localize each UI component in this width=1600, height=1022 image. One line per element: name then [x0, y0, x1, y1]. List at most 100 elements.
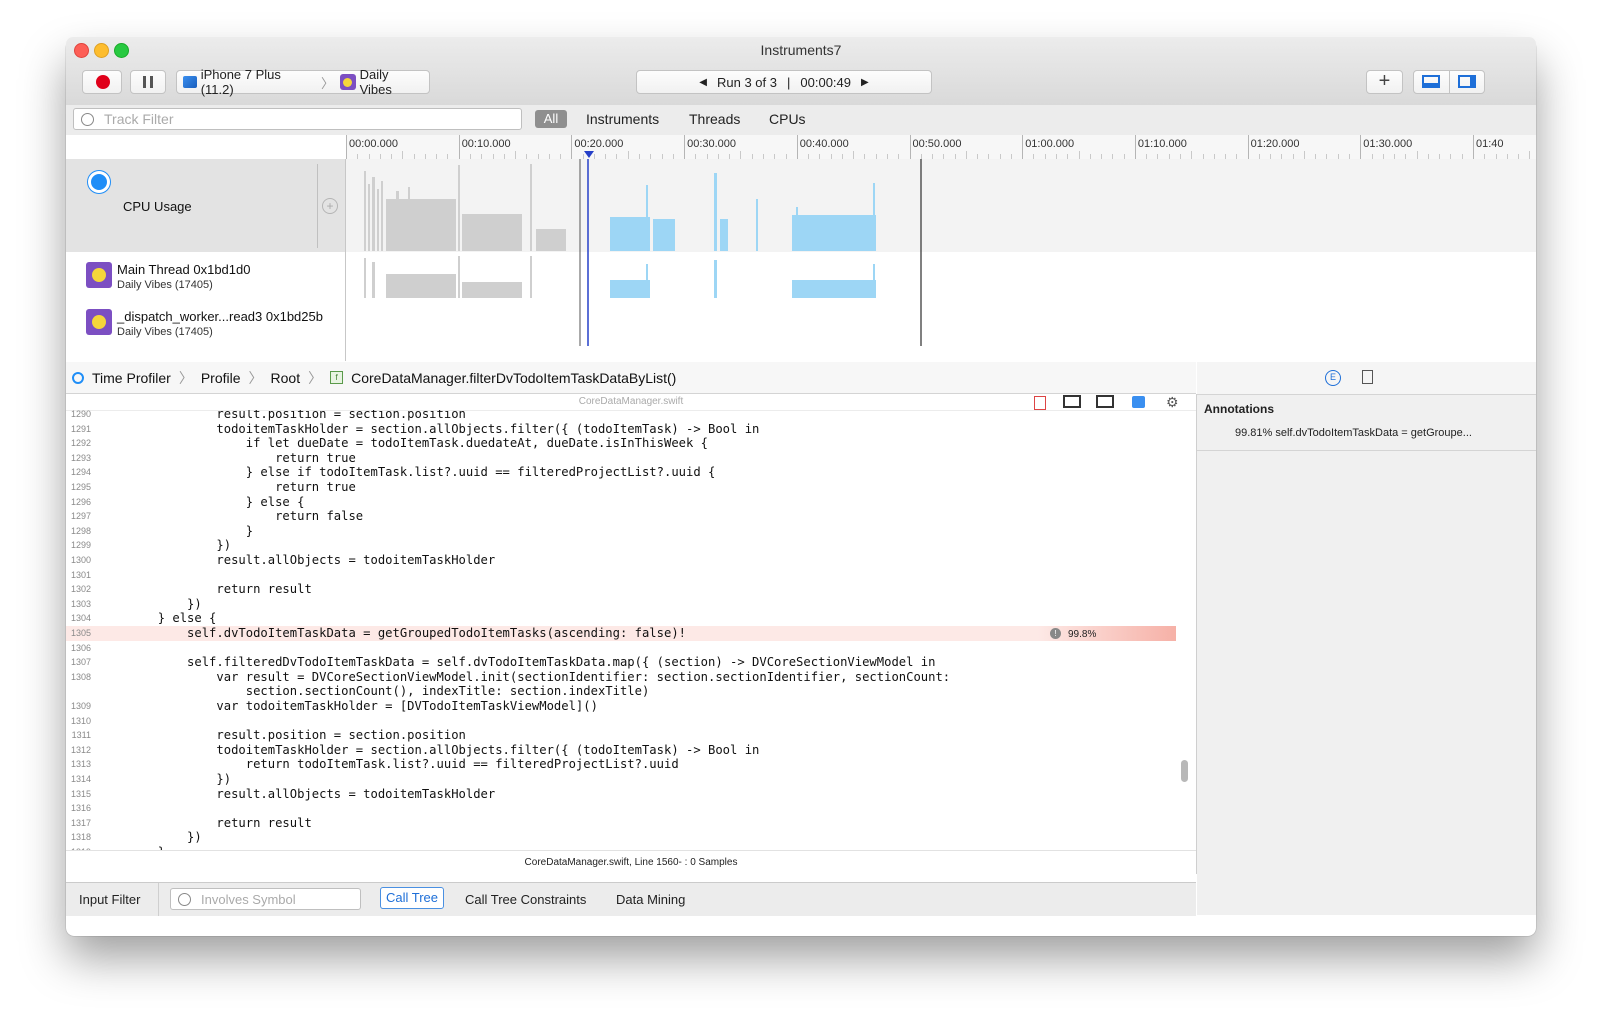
- code-text: return false: [99, 509, 364, 524]
- next-run-icon[interactable]: ▶: [861, 77, 869, 88]
- breadcrumb-time-profiler[interactable]: Time Profiler: [92, 370, 171, 386]
- filter-icon: [178, 892, 191, 906]
- code-line[interactable]: section.sectionCount(), indexTitle: sect…: [66, 684, 1176, 699]
- code-line[interactable]: 1299 }): [66, 538, 1176, 553]
- breadcrumb-profile[interactable]: Profile: [201, 370, 241, 386]
- code-line[interactable]: 1317 return result: [66, 816, 1176, 831]
- code-line[interactable]: 1295 return true: [66, 480, 1176, 495]
- code-line-hot[interactable]: 1305 self.dvTodoItemTaskData = getGroupe…: [66, 626, 1176, 641]
- code-line[interactable]: 1318 }): [66, 830, 1176, 845]
- code-line[interactable]: 1294 } else if todoItemTask.list?.uuid =…: [66, 465, 1176, 480]
- code-line[interactable]: 1300 result.allObjects = todoitemTaskHol…: [66, 553, 1176, 568]
- function-icon: f: [330, 371, 344, 384]
- track-filter-input[interactable]: Track Filter: [73, 108, 522, 130]
- file-icon[interactable]: [1034, 396, 1046, 410]
- data-mining-button[interactable]: Data Mining: [616, 892, 685, 907]
- document-icon[interactable]: [1362, 370, 1373, 384]
- code-line[interactable]: 1312 todoitemTaskHolder = section.allObj…: [66, 743, 1176, 758]
- call-tree-constraints-button[interactable]: Call Tree Constraints: [465, 892, 586, 907]
- view-toggle-group: [1413, 70, 1485, 94]
- code-text: result.allObjects = todoitemTaskHolder: [99, 553, 496, 567]
- line-number: 1318: [70, 832, 91, 843]
- code-text: result.allObjects = todoitemTaskHolder: [99, 786, 496, 801]
- code-text: todoitemTaskHolder = section.allObjects.…: [99, 421, 760, 436]
- track-dispatch-worker[interactable]: _dispatch_worker...read3 0x1bd25b Daily …: [66, 299, 1536, 347]
- time-profiler-icon: [72, 371, 84, 384]
- main-thread-graph[interactable]: [346, 252, 1536, 299]
- track-main-thread[interactable]: Main Thread 0x1bd1d0 Daily Vibes (17405): [66, 252, 1536, 300]
- track-cpu-usage[interactable]: CPU Usage +: [66, 159, 1536, 253]
- line-number: 1308: [70, 671, 91, 682]
- gear-icon[interactable]: ⚙: [1166, 394, 1179, 410]
- code-line[interactable]: 1314 }): [66, 772, 1176, 787]
- line-number: 1291: [70, 423, 91, 434]
- track-subtitle: Daily Vibes (17405): [117, 279, 213, 291]
- code-line[interactable]: 1290 result.position = section.position: [66, 410, 1176, 422]
- record-button[interactable]: [82, 70, 122, 94]
- code-line[interactable]: 1311 result.position = section.position: [66, 728, 1176, 743]
- code-text: return result: [99, 815, 312, 830]
- segment-cpus[interactable]: CPUs: [769, 111, 806, 127]
- code-line[interactable]: 1292 if let dueDate = todoItemTask.dueda…: [66, 436, 1176, 451]
- code-view[interactable]: 1290 result.position = section.position 1…: [66, 410, 1176, 850]
- code-line[interactable]: 1308 var result = DVCoreSectionViewModel…: [66, 670, 1176, 685]
- input-filter-label: Input Filter: [79, 892, 141, 907]
- line-number: 1299: [70, 540, 91, 551]
- timeline-ruler[interactable]: 00:00.000 00:10.000 00:20.000 00:30.000 00:4…: [66, 135, 1536, 160]
- bottom-bar: Input Filter Involves Symbol Call Tree C…: [66, 882, 1196, 916]
- breadcrumb-function[interactable]: CoreDataManager.filterDvTodoItemTaskData…: [351, 370, 676, 386]
- track-label: Main Thread 0x1bd1d0 Daily Vibes (17405): [66, 252, 346, 299]
- code-line[interactable]: 1310: [66, 714, 1176, 729]
- code-line[interactable]: 1302 return result: [66, 582, 1176, 597]
- code-line[interactable]: 1304 } else {: [66, 611, 1176, 626]
- line-number: 1300: [70, 555, 91, 565]
- add-instrument-button[interactable]: +: [1366, 70, 1403, 94]
- line-number: 1313: [70, 759, 91, 770]
- pause-button[interactable]: [130, 70, 166, 94]
- previous-run-icon[interactable]: ◀: [699, 77, 707, 88]
- right-panel-toggle-icon[interactable]: [1458, 75, 1476, 88]
- dispatch-worker-graph[interactable]: [346, 299, 1536, 346]
- target-selector[interactable]: iPhone 7 Plus (11.2) 〉 Daily Vibes: [176, 67, 430, 97]
- code-text: }): [99, 772, 232, 786]
- run-separator: |: [787, 74, 791, 90]
- annotation-item[interactable]: 99.81% self.dvTodoItemTaskData = getGrou…: [1235, 427, 1472, 439]
- line-number: 1295: [70, 482, 91, 492]
- playhead-marker[interactable]: [584, 151, 594, 158]
- code-line[interactable]: 1303 }): [66, 597, 1176, 612]
- call-tree-button[interactable]: Call Tree: [380, 887, 444, 909]
- code-text: }: [99, 523, 254, 538]
- track-list: CPU Usage + Main Thread 0x1bd1d0 Daily V…: [66, 159, 1536, 361]
- breadcrumb-root[interactable]: Root: [271, 370, 301, 386]
- cpu-usage-graph[interactable]: [346, 159, 1536, 252]
- code-line[interactable]: 1316: [66, 801, 1176, 816]
- device-name: iPhone 7 Plus (11.2): [200, 67, 281, 97]
- xcode-icon[interactable]: [1132, 396, 1145, 408]
- segment-all[interactable]: All: [535, 110, 567, 128]
- chevron-right-icon: 〉: [248, 369, 263, 386]
- bottom-panel-toggle-icon[interactable]: [1422, 75, 1440, 88]
- assembly-icon[interactable]: [1096, 395, 1114, 408]
- extended-detail-icon[interactable]: E: [1325, 370, 1341, 386]
- involves-symbol-input[interactable]: Involves Symbol: [170, 888, 361, 910]
- segment-threads[interactable]: Threads: [689, 111, 740, 127]
- code-line[interactable]: 1307 self.filteredDvTodoItemTaskData = s…: [66, 655, 1176, 670]
- code-line[interactable]: 1313 return todoItemTask.list?.uuid == f…: [66, 757, 1176, 772]
- code-line[interactable]: 1315 result.allObjects = todoitemTaskHol…: [66, 787, 1176, 802]
- code-line[interactable]: 1298 }: [66, 524, 1176, 539]
- track-name: Main Thread 0x1bd1d0: [117, 262, 251, 277]
- code-line[interactable]: 1297 return false: [66, 509, 1176, 524]
- code-line[interactable]: 1309 var todoitemTaskHolder = [DVTodoIte…: [66, 699, 1176, 714]
- code-text: section.sectionCount(), indexTitle: sect…: [99, 684, 650, 699]
- code-line[interactable]: 1301: [66, 568, 1176, 583]
- columns-icon[interactable]: [1063, 395, 1081, 408]
- code-line[interactable]: 1291 todoitemTaskHolder = section.allObj…: [66, 422, 1176, 437]
- run-selector[interactable]: ◀ Run 3 of 3 | 00:00:49 ▶: [636, 70, 932, 94]
- add-track-icon[interactable]: +: [322, 198, 338, 214]
- segment-instruments[interactable]: Instruments: [586, 111, 659, 127]
- inspector-header: E: [1197, 362, 1536, 395]
- code-line[interactable]: 1306: [66, 641, 1176, 656]
- code-line[interactable]: 1293 return true: [66, 451, 1176, 466]
- editor-scrollbar[interactable]: [1181, 760, 1188, 782]
- code-line[interactable]: 1296 } else {: [66, 495, 1176, 510]
